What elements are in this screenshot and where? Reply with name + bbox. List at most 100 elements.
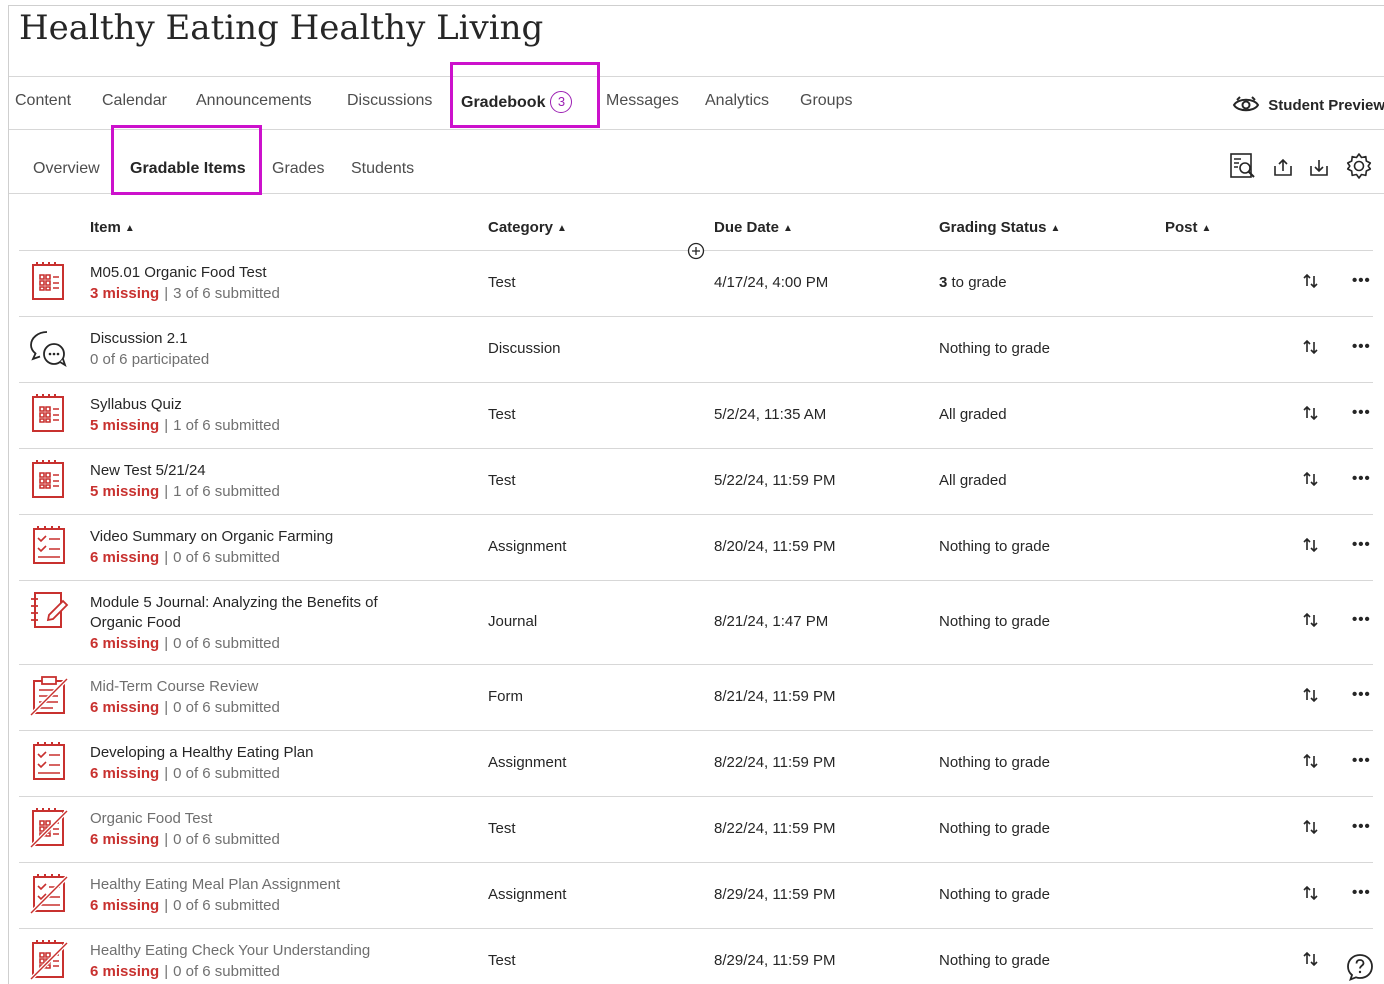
submitted-count: 0 of 6 submitted [173, 963, 280, 980]
table-row[interactable]: Organic Food Test 6 missing | 0 of 6 submit… [19, 797, 1373, 863]
item-title-link[interactable]: Syllabus Quiz [90, 395, 182, 415]
item-grading-status[interactable]: 3 to grade [939, 274, 1007, 291]
item-title-link[interactable]: Video Summary on Organic Farming [90, 527, 333, 547]
more-options-icon[interactable]: ••• [1352, 272, 1371, 289]
item-title-link[interactable]: M05.01 Organic Food Test [90, 263, 266, 283]
table-row[interactable]: Video Summary on Organic Farming 6 missin… [19, 515, 1373, 581]
table-row[interactable]: Module 5 Journal: Analyzing the Benefits… [19, 581, 1373, 665]
item-category: Assignment [488, 538, 567, 555]
tab-students[interactable]: Students [351, 160, 414, 178]
item-grading-status: Nothing to grade [939, 613, 1050, 630]
tab-announcements[interactable]: Announcements [196, 92, 312, 110]
missing-count-link[interactable]: 6 missing [90, 963, 159, 980]
more-options-icon[interactable]: ••• [1352, 686, 1371, 703]
item-title-link[interactable]: New Test 5/21/24 [90, 461, 206, 481]
missing-count-link[interactable]: 6 missing [90, 897, 159, 914]
more-options-icon[interactable]: ••• [1352, 611, 1371, 628]
tab-overview[interactable]: Overview [33, 160, 100, 178]
missing-count-link[interactable]: 6 missing [90, 635, 159, 652]
submitted-count: 1 of 6 submitted [173, 483, 280, 500]
table-row[interactable]: Discussion 2.1 0 of 6 participated Discuss… [19, 317, 1373, 383]
item-title-continued[interactable]: Organic Food [90, 613, 181, 633]
reorder-arrows-icon[interactable] [1303, 471, 1319, 492]
item-title-link[interactable]: Discussion 2.1 [90, 329, 188, 349]
table-row[interactable]: Developing a Healthy Eating Plan 6 missin… [19, 731, 1373, 797]
more-options-icon[interactable]: ••• [1352, 752, 1371, 769]
tab-analytics[interactable]: Analytics [705, 92, 769, 110]
course-title: Healthy Eating Healthy Living [19, 8, 544, 48]
item-grading-status: All graded [939, 472, 1007, 489]
column-header-category[interactable]: Category ▲︎ [488, 219, 567, 236]
help-icon[interactable] [1345, 952, 1375, 982]
more-options-icon[interactable]: ••• [1352, 818, 1371, 835]
more-options-icon[interactable]: ••• [1352, 338, 1371, 355]
table-row[interactable]: Healthy Eating Check Your Understanding 6… [19, 929, 1373, 984]
missing-count-link[interactable]: 5 missing [90, 417, 159, 434]
item-title-link[interactable]: Developing a Healthy Eating Plan [90, 743, 313, 763]
grade-search-icon[interactable] [1229, 152, 1257, 180]
table-row[interactable]: M05.01 Organic Food Test 3 missing | 3 of 6… [19, 251, 1373, 317]
item-grading-status: Nothing to grade [939, 820, 1050, 837]
missing-count-link[interactable]: 5 missing [90, 483, 159, 500]
tab-groups[interactable]: Groups [800, 92, 852, 110]
column-header-status-label: Grading Status [939, 219, 1047, 236]
item-grading-status: Nothing to grade [939, 886, 1050, 903]
column-header-due-date[interactable]: Due Date ▲︎ [714, 219, 793, 236]
tab-discussions[interactable]: Discussions [347, 92, 432, 110]
missing-count-link[interactable]: 6 missing [90, 699, 159, 716]
item-category: Test [488, 406, 516, 423]
tab-calendar[interactable]: Calendar [102, 92, 167, 110]
table-row[interactable]: Healthy Eating Meal Plan Assignment 6 mis… [19, 863, 1373, 929]
column-header-grading-status[interactable]: Grading Status ▲︎ [939, 219, 1060, 236]
student-preview-button[interactable]: Student Preview [1232, 95, 1384, 115]
reorder-arrows-icon[interactable] [1303, 951, 1319, 972]
column-header-item-label: Item [90, 219, 121, 236]
more-options-icon[interactable]: ••• [1352, 470, 1371, 487]
column-header-post[interactable]: Post ▲︎ [1165, 219, 1211, 236]
reorder-arrows-icon[interactable] [1303, 273, 1319, 294]
missing-count-link[interactable]: 3 missing [90, 285, 159, 302]
missing-count-link[interactable]: 6 missing [90, 831, 159, 848]
reorder-arrows-icon[interactable] [1303, 339, 1319, 360]
reorder-arrows-icon[interactable] [1303, 612, 1319, 633]
upload-icon[interactable] [1273, 158, 1293, 178]
assignment-icon [27, 525, 71, 574]
more-options-icon[interactable]: ••• [1352, 536, 1371, 553]
reorder-arrows-icon[interactable] [1303, 537, 1319, 558]
item-submission-summary: 6 missing | 0 of 6 submitted [90, 830, 280, 850]
table-row[interactable]: New Test 5/21/24 5 missing | 1 of 6 submitt… [19, 449, 1373, 515]
tab-grades[interactable]: Grades [272, 160, 324, 178]
item-title-link[interactable]: Healthy Eating Meal Plan Assignment [90, 875, 340, 895]
settings-gear-icon[interactable] [1345, 152, 1373, 180]
item-grading-status: Nothing to grade [939, 340, 1050, 357]
item-title-link[interactable]: Healthy Eating Check Your Understanding [90, 941, 370, 961]
item-category: Test [488, 820, 516, 837]
reorder-arrows-icon[interactable] [1303, 885, 1319, 906]
missing-count-link[interactable]: 6 missing [90, 549, 159, 566]
separator: | [164, 831, 169, 848]
item-title-link[interactable]: Organic Food Test [90, 809, 212, 829]
tab-content[interactable]: Content [15, 92, 71, 110]
more-options-icon[interactable]: ••• [1352, 404, 1371, 421]
column-header-item[interactable]: Item ▲︎ [90, 219, 135, 236]
item-category: Form [488, 688, 523, 705]
item-grading-status: Nothing to grade [939, 754, 1050, 771]
more-options-icon[interactable]: ••• [1352, 884, 1371, 901]
test-icon [27, 261, 71, 310]
reorder-arrows-icon[interactable] [1303, 819, 1319, 840]
tab-messages[interactable]: Messages [606, 92, 679, 110]
missing-count-link[interactable]: 6 missing [90, 765, 159, 782]
separator: | [164, 765, 169, 782]
table-row[interactable]: Mid-Term Course Review 6 missing | 0 of 6 s… [19, 665, 1373, 731]
item-category: Test [488, 472, 516, 489]
download-icon[interactable] [1309, 158, 1329, 178]
sort-icon: ▲︎ [1201, 223, 1212, 234]
item-title-link[interactable]: Mid-Term Course Review [90, 677, 258, 697]
reorder-arrows-icon[interactable] [1303, 405, 1319, 426]
reorder-arrows-icon[interactable] [1303, 687, 1319, 708]
item-submission-summary: 6 missing | 0 of 6 submitted [90, 896, 280, 916]
item-title-link[interactable]: Module 5 Journal: Analyzing the Benefits… [90, 593, 378, 613]
reorder-arrows-icon[interactable] [1303, 753, 1319, 774]
item-due-date: 8/21/24, 11:59 PM [714, 688, 836, 705]
table-row[interactable]: Syllabus Quiz 5 missing | 1 of 6 submitted T… [19, 383, 1373, 449]
